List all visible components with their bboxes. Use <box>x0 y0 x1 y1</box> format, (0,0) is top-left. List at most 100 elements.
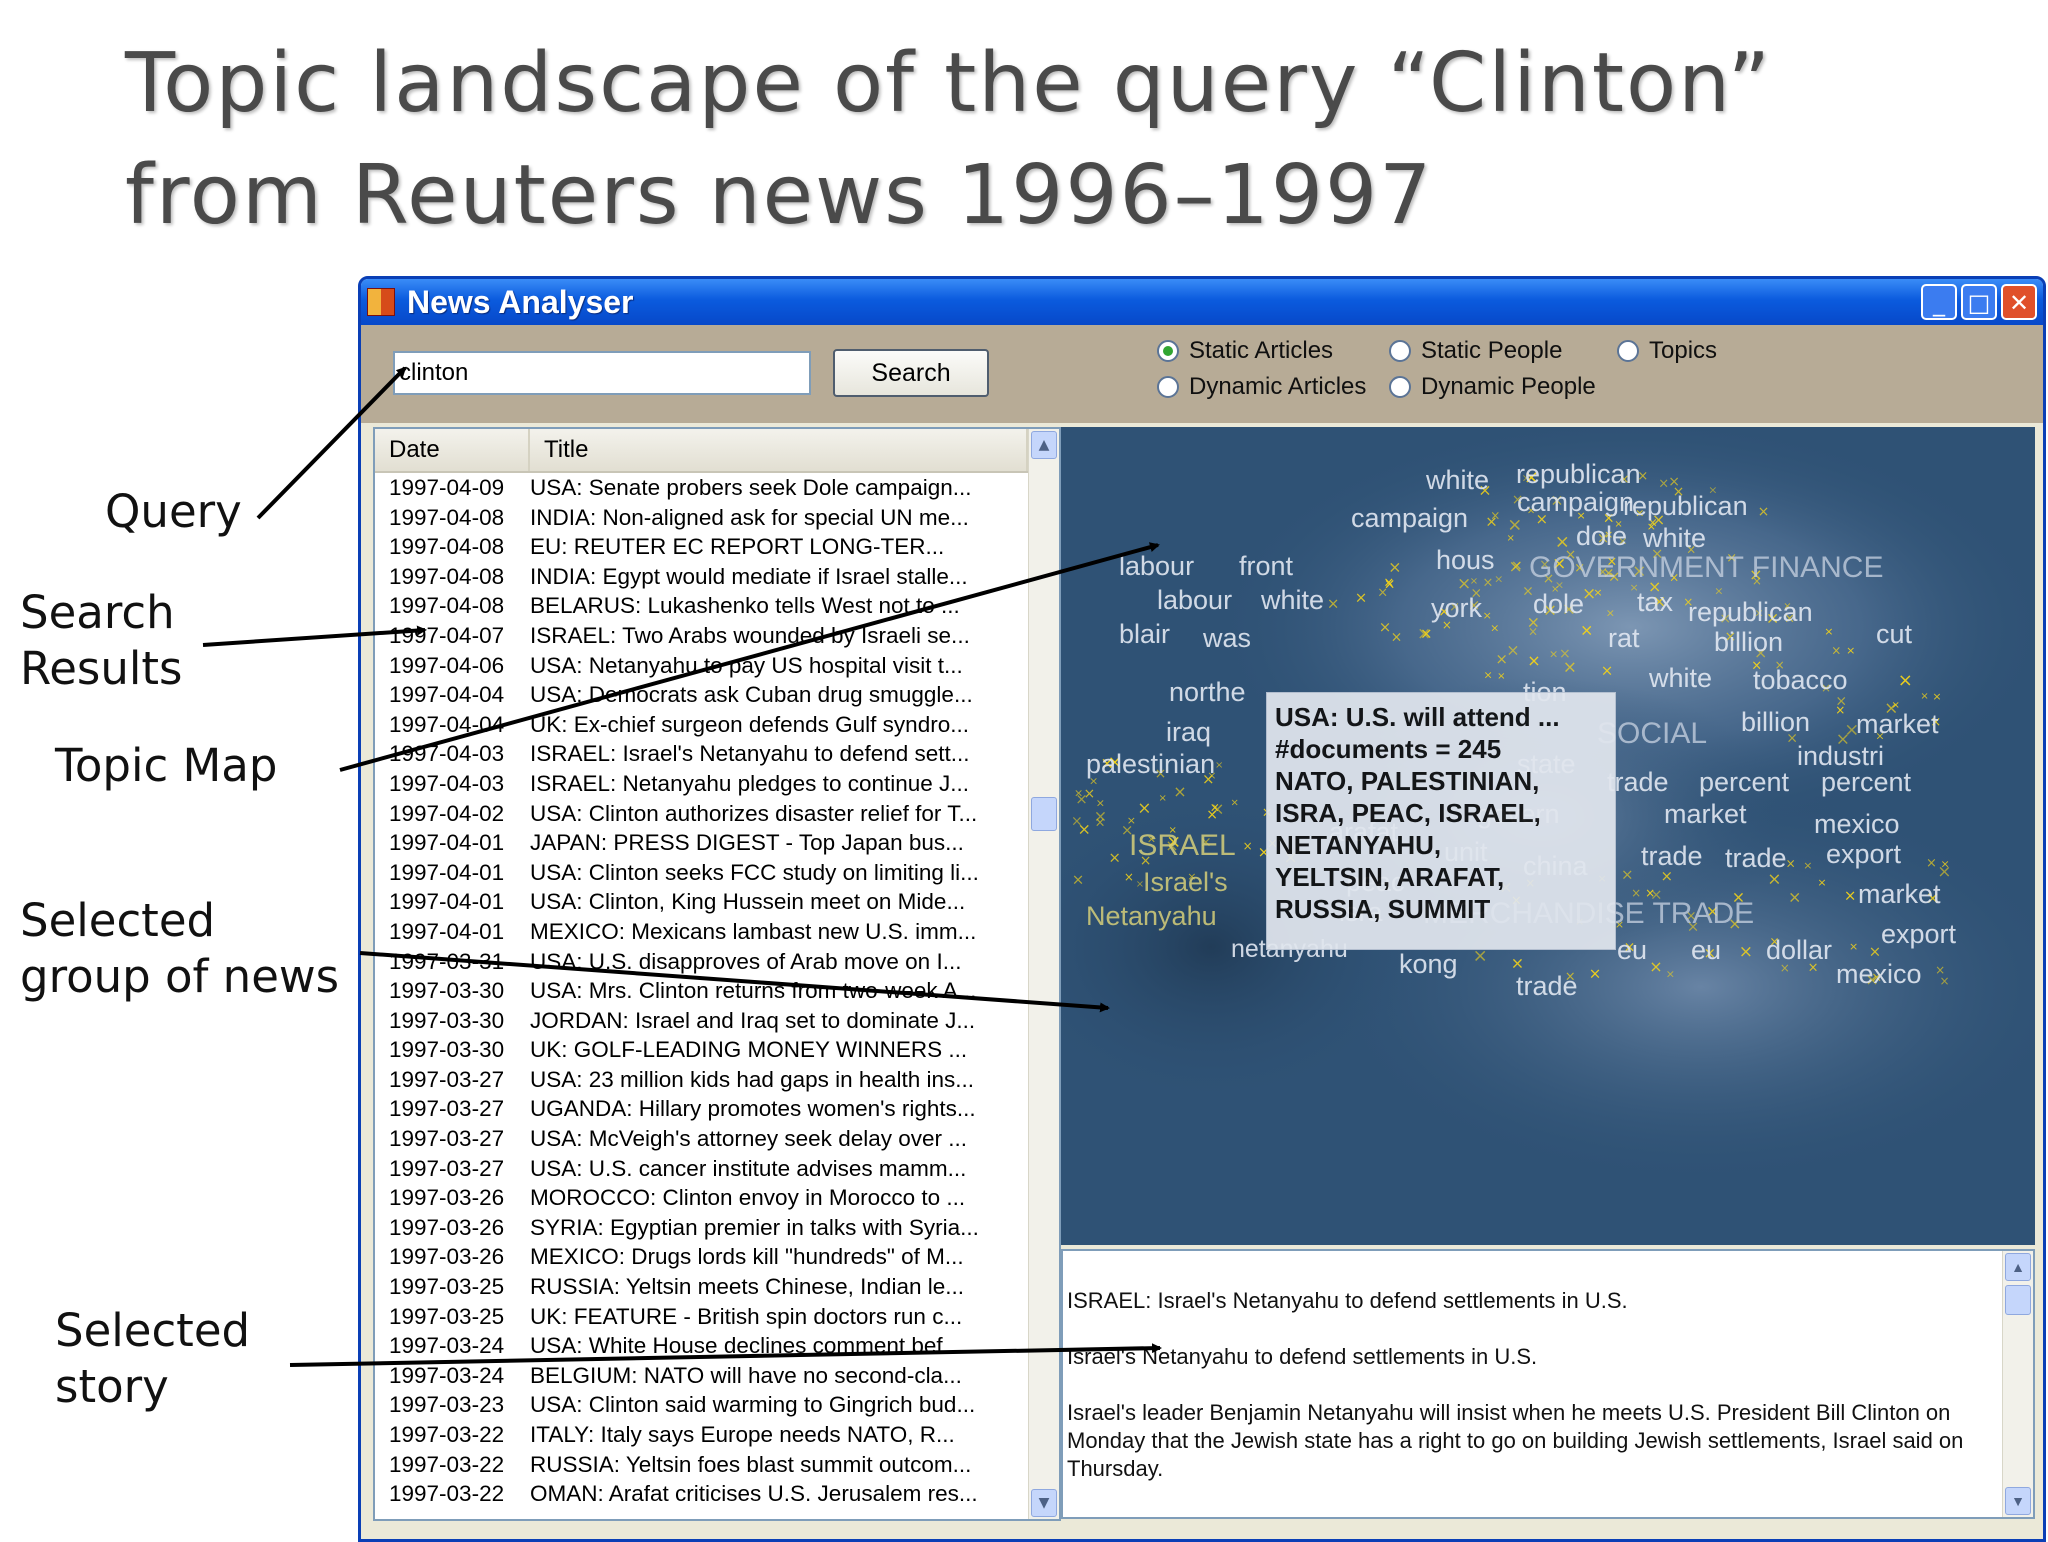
scroll-thumb[interactable] <box>2005 1285 2031 1315</box>
topic-word[interactable]: white <box>1649 663 1712 694</box>
radio-dynamic-articles[interactable]: Dynamic Articles <box>1157 373 1366 401</box>
table-row[interactable]: 1997-03-27 USA: 23 million kids had gaps … <box>375 1065 1059 1095</box>
radio-dynamic-people[interactable]: Dynamic People <box>1389 373 1596 401</box>
topic-word[interactable]: tax <box>1637 587 1673 618</box>
table-row[interactable]: 1997-04-04 USA: Democrats ask Cuban drug … <box>375 680 1059 710</box>
topic-word[interactable]: kong <box>1399 949 1458 980</box>
topic-word[interactable]: front <box>1239 551 1293 582</box>
topic-word[interactable]: GOVERNMENT FINANCE <box>1529 551 1883 585</box>
topic-word[interactable]: export <box>1881 919 1956 950</box>
topic-word[interactable]: republican <box>1688 597 1813 628</box>
column-header-date[interactable]: Date <box>375 429 530 471</box>
table-row[interactable]: 1997-04-01 USA: Clinton, King Hussein mee… <box>375 887 1059 917</box>
table-row[interactable]: 1997-03-22 OMAN: Arafat criticises U.S. J… <box>375 1479 1059 1509</box>
table-row[interactable]: 1997-04-06 USA: Netanyahu to pay US hospi… <box>375 651 1059 681</box>
topic-word[interactable]: dole <box>1576 521 1627 552</box>
table-row[interactable]: 1997-04-03 ISRAEL: Israel's Netanyahu to … <box>375 739 1059 769</box>
maximize-icon[interactable]: □ <box>1961 284 1997 320</box>
table-row[interactable]: 1997-04-04 UK: Ex-chief surgeon defends G… <box>375 710 1059 740</box>
topic-word[interactable]: billion <box>1714 627 1783 658</box>
table-row[interactable]: 1997-03-31 USA: U.S. disapproves of Arab … <box>375 947 1059 977</box>
table-row[interactable]: 1997-04-02 USA: Clinton authorizes disast… <box>375 799 1059 829</box>
topic-word[interactable]: hous <box>1436 545 1495 576</box>
scroll-up-icon[interactable]: ▲ <box>1031 431 1057 459</box>
topic-word[interactable]: tobacco <box>1753 665 1848 696</box>
story-panel[interactable]: ISRAEL: Israel's Netanyahu to defend set… <box>1061 1249 2035 1519</box>
topic-word[interactable]: percent <box>1821 767 1911 798</box>
topic-word[interactable]: northe <box>1169 677 1246 708</box>
table-row[interactable]: 1997-03-25 RUSSIA: Yeltsin meets Chinese,… <box>375 1272 1059 1302</box>
topic-word[interactable]: labour <box>1157 585 1232 616</box>
table-row[interactable]: 1997-04-07 ISRAEL: Two Arabs wounded by I… <box>375 621 1059 651</box>
topic-word[interactable]: mexico <box>1814 809 1900 840</box>
topic-word[interactable]: export <box>1826 839 1901 870</box>
table-row[interactable]: 1997-03-26 MEXICO: Drugs lords kill "hund… <box>375 1242 1059 1272</box>
topic-word[interactable]: campaign <box>1517 487 1634 518</box>
topic-word[interactable]: market <box>1858 879 1941 910</box>
story-scrollbar[interactable]: ▲ ▼ <box>2002 1251 2033 1517</box>
table-row[interactable]: 1997-03-30 USA: Mrs. Clinton returns from… <box>375 976 1059 1006</box>
radio-static-articles[interactable]: Static Articles <box>1157 337 1333 365</box>
topic-word[interactable]: republican <box>1623 491 1748 522</box>
table-row[interactable]: 1997-04-03 ISRAEL: Netanyahu pledges to c… <box>375 769 1059 799</box>
topic-word[interactable]: palestinian <box>1086 749 1215 780</box>
topic-word[interactable]: billion <box>1741 707 1810 738</box>
table-row[interactable]: 1997-04-01 USA: Clinton seeks FCC study o… <box>375 858 1059 888</box>
topic-word[interactable]: blair <box>1119 619 1170 650</box>
topic-word[interactable]: was <box>1203 623 1251 654</box>
table-row[interactable]: 1997-03-23 USA: Clinton said warming to G… <box>375 1390 1059 1420</box>
topic-word[interactable]: percent <box>1699 767 1789 798</box>
table-row[interactable]: 1997-03-26 MOROCCO: Clinton envoy in Moro… <box>375 1183 1059 1213</box>
table-row[interactable]: 1997-03-25 UK: FEATURE - British spin doc… <box>375 1302 1059 1332</box>
search-button[interactable]: Search <box>833 349 989 397</box>
table-row[interactable]: 1997-04-08 INDIA: Non-aligned ask for spe… <box>375 503 1059 533</box>
scroll-down-icon[interactable]: ▼ <box>1031 1489 1057 1517</box>
table-row[interactable]: 1997-03-22 RUSSIA: Yeltsin foes blast sum… <box>375 1450 1059 1480</box>
topic-word[interactable]: eu <box>1617 935 1647 966</box>
query-input[interactable] <box>393 351 811 395</box>
table-row[interactable]: 1997-03-27 UGANDA: Hillary promotes women… <box>375 1094 1059 1124</box>
table-row[interactable]: 1997-04-01 JAPAN: PRESS DIGEST - Top Japa… <box>375 828 1059 858</box>
close-icon[interactable]: ✕ <box>2001 284 2037 320</box>
topic-word[interactable]: white <box>1426 465 1489 496</box>
topic-word[interactable]: trade <box>1607 767 1669 798</box>
scroll-down-icon[interactable]: ▼ <box>2005 1487 2031 1515</box>
table-row[interactable]: 1997-03-24 USA: White House declines comm… <box>375 1331 1059 1361</box>
topic-word[interactable]: trade <box>1641 841 1703 872</box>
topic-word[interactable]: iraq <box>1166 717 1211 748</box>
table-row[interactable]: 1997-04-08 EU: REUTER EC REPORT LONG-TER.… <box>375 532 1059 562</box>
topic-word[interactable]: dollar <box>1766 935 1832 966</box>
table-row[interactable]: 1997-03-27 USA: U.S. cancer institute adv… <box>375 1154 1059 1184</box>
table-row[interactable]: 1997-03-30 UK: GOLF-LEADING MONEY WINNERS… <box>375 1035 1059 1065</box>
topic-word[interactable]: white <box>1261 585 1324 616</box>
topic-word[interactable]: rat <box>1608 623 1640 654</box>
topic-word[interactable]: mexico <box>1836 959 1922 990</box>
window-titlebar[interactable]: News Analyser _ □ ✕ <box>361 279 2043 325</box>
topic-word[interactable]: trade <box>1725 843 1787 874</box>
topic-word[interactable]: white <box>1643 523 1706 554</box>
scroll-up-icon[interactable]: ▲ <box>2005 1253 2031 1281</box>
table-row[interactable]: 1997-03-22 ITALY: Italy says Europe needs… <box>375 1420 1059 1450</box>
topic-word[interactable]: market <box>1856 709 1939 740</box>
scroll-thumb[interactable] <box>1031 797 1057 831</box>
search-results-list[interactable]: Date Title 1997-04-09 USA: Senate probers… <box>373 427 1061 1521</box>
column-header-title[interactable]: Title <box>530 429 1028 471</box>
topic-word[interactable]: dole <box>1533 589 1584 620</box>
minimize-icon[interactable]: _ <box>1921 284 1957 320</box>
table-row[interactable]: 1997-03-30 JORDAN: Israel and Iraq set to… <box>375 1006 1059 1036</box>
topic-word[interactable]: market <box>1664 799 1747 830</box>
topic-map[interactable]: × × × × × × × × × × × × × × × × × × × × × × × × × × × × × × × × × × × × × × × ×… <box>1061 427 2035 1245</box>
table-row[interactable]: 1997-03-26 SYRIA: Egyptian premier in tal… <box>375 1213 1059 1243</box>
topic-word[interactable]: eu <box>1691 935 1721 966</box>
radio-static-people[interactable]: Static People <box>1389 337 1562 365</box>
topic-word[interactable]: republican <box>1516 459 1641 490</box>
topic-word[interactable]: labour <box>1119 551 1194 582</box>
table-row[interactable]: 1997-04-08 INDIA: Egypt would mediate if … <box>375 562 1059 592</box>
topic-word[interactable]: Netanyahu <box>1086 901 1217 932</box>
topic-word[interactable]: cut <box>1876 619 1912 650</box>
topic-word[interactable]: york <box>1431 593 1482 624</box>
table-row[interactable]: 1997-04-09 USA: Senate probers seek Dole … <box>375 473 1059 503</box>
table-row[interactable]: 1997-04-08 BELARUS: Lukashenko tells West… <box>375 591 1059 621</box>
radio-topics[interactable]: Topics <box>1617 337 1717 365</box>
table-row[interactable]: 1997-03-24 BELGIUM: NATO will have no sec… <box>375 1361 1059 1391</box>
